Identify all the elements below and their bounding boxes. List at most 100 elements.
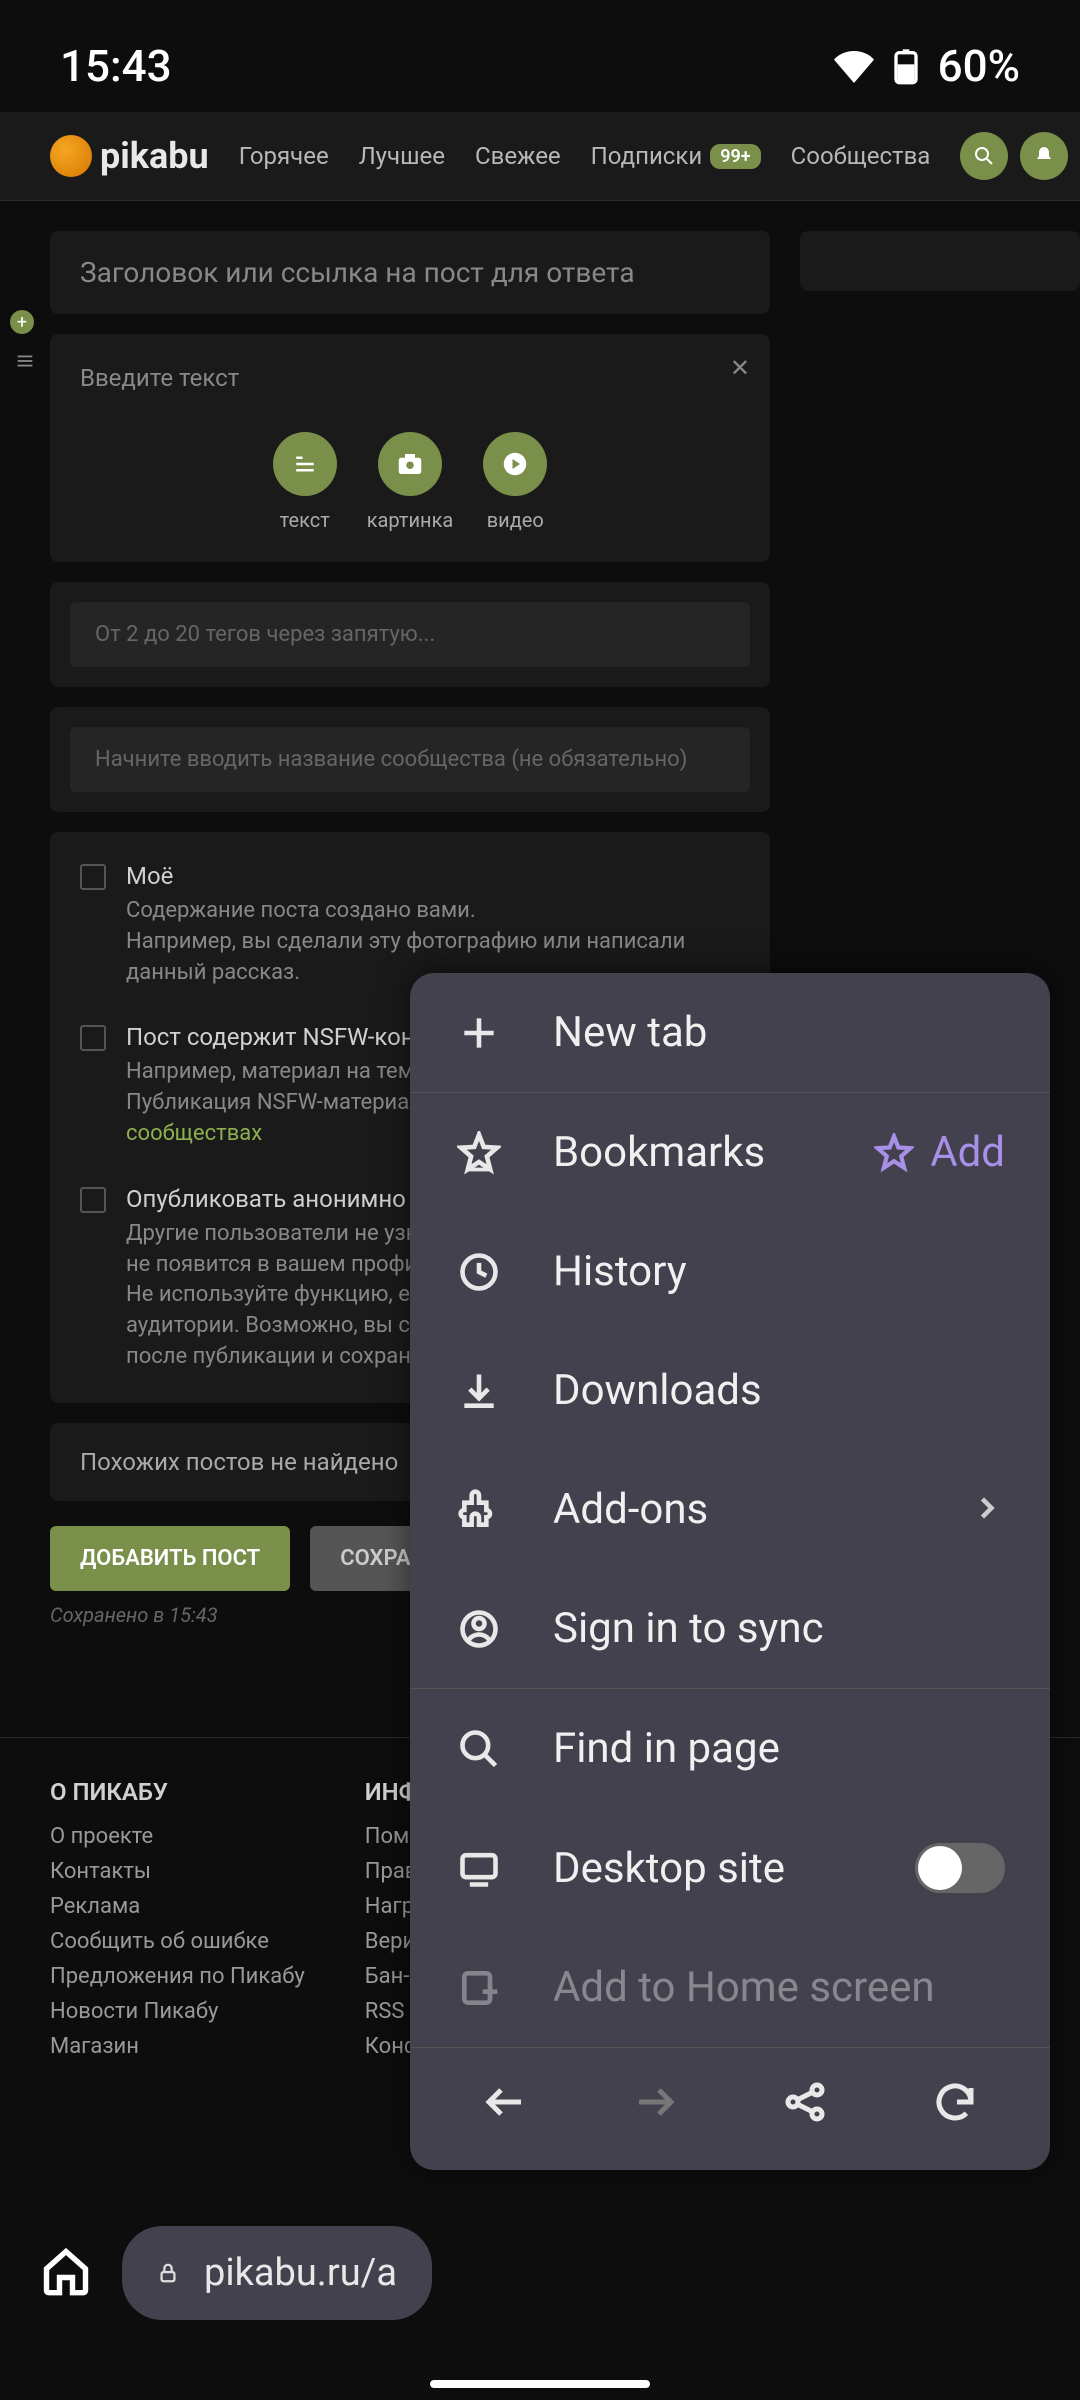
body-input[interactable]: Введите текст [80,364,239,392]
footer-link[interactable]: Магазин [50,2034,305,2059]
status-time: 15:43 [60,40,172,92]
lock-icon [157,2253,179,2293]
menu-add-home[interactable]: Add to Home screen [410,1928,1050,2047]
subs-badge: 99+ [710,144,760,169]
menu-sign-in[interactable]: Sign in to sync [410,1569,1050,1689]
header-actions [960,132,1080,180]
float-menu-icon[interactable] [10,346,40,376]
media-text-button[interactable]: текст [273,432,337,532]
checkbox-icon[interactable] [80,1025,106,1051]
menu-downloads[interactable]: Downloads [410,1331,1050,1450]
nav-share-button[interactable] [781,2078,829,2130]
home-button[interactable] [40,2245,92,2301]
menu-addons[interactable]: Add-ons [410,1450,1050,1569]
close-icon[interactable]: ✕ [730,354,750,382]
nav-best[interactable]: Лучшее [359,142,445,170]
media-text-label: текст [280,508,330,532]
nav-back-button[interactable] [481,2078,529,2130]
tags-input[interactable]: От 2 до 20 тегов через запятую... [70,602,750,667]
bell-icon [1032,144,1056,168]
menu-nav-bar [410,2047,1050,2170]
menu-label: Find in page [553,1724,1005,1773]
media-image-button[interactable]: картинка [367,432,454,532]
chevron-right-icon [969,1490,1005,1530]
add-post-button[interactable]: ДОБАВИТЬ ПОСТ [50,1526,290,1591]
puzzle-icon [457,1488,501,1532]
nav-subs-label: Подписки [591,142,703,170]
media-buttons: текст картинка видео [80,432,740,532]
search-button[interactable] [960,132,1008,180]
checkbox-icon[interactable] [80,864,106,890]
menu-bookmarks[interactable]: Bookmarks Add [410,1093,1050,1212]
bookmark-add-button[interactable]: Add [874,1128,1005,1177]
browser-menu: New tab Bookmarks Add History Downloads … [410,973,1050,2170]
menu-label: Add to Home screen [553,1963,1005,2012]
url-bar[interactable]: pikabu.ru/a [122,2226,432,2320]
menu-find[interactable]: Find in page [410,1689,1050,1808]
site-header: pikabu Горячее Лучшее Свежее Подписки 99… [0,112,1080,201]
sidebar-card [800,231,1080,291]
footer-link[interactable]: Предложения по Пикабу [50,1964,305,1989]
nav-fresh[interactable]: Свежее [475,142,561,170]
arrow-left-icon [481,2078,529,2126]
nav-communities[interactable]: Сообщества [791,142,931,170]
menu-label: New tab [553,1008,1005,1057]
clock-icon [457,1250,501,1294]
footer-title-about: О ПИКАБУ [50,1778,305,1806]
menu-label: Sign in to sync [553,1604,1005,1653]
add-label: Add [930,1128,1005,1177]
float-add-icon[interactable]: + [10,310,34,334]
community-input[interactable]: Начните вводить название сообщества (не … [70,727,750,792]
title-input[interactable]: Заголовок или ссылка на пост для ответа [80,256,635,289]
desktop-toggle[interactable] [915,1843,1005,1893]
account-icon [457,1607,501,1651]
media-image-label: картинка [367,508,454,532]
footer-link[interactable]: Реклама [50,1894,305,1919]
footer-link[interactable]: Сообщить об ошибке [50,1929,305,1954]
browser-bar: pikabu.ru/a [0,2206,1080,2340]
footer-link[interactable]: О проекте [50,1824,305,1849]
search-icon [972,144,996,168]
menu-label: Add-ons [553,1485,919,1534]
desktop-icon [457,1846,501,1890]
url-text: pikabu.ru/a [204,2251,397,2295]
nav-subs[interactable]: Подписки 99+ [591,142,761,170]
reload-icon [931,2078,979,2126]
battery-percent: 60% [938,40,1020,92]
menu-history[interactable]: History [410,1212,1050,1331]
float-icons: + [10,310,40,388]
similar-text: Похожих постов не найдено [80,1448,398,1476]
add-home-icon [457,1966,501,2010]
footer-col-about: О ПИКАБУ О проекте Контакты Реклама Сооб… [50,1778,305,2069]
home-icon [40,2245,92,2297]
nav-reload-button[interactable] [931,2078,979,2130]
menu-label: History [553,1247,1005,1296]
logo[interactable]: pikabu [50,135,209,177]
body-card: ✕ Введите текст текст картинка видео [50,334,770,562]
camera-icon [395,449,425,479]
star-icon [457,1131,501,1175]
check-mine-title: Моё [126,862,740,890]
media-video-button[interactable]: видео [483,432,547,532]
checkbox-icon[interactable] [80,1187,106,1213]
download-icon [457,1369,501,1413]
menu-desktop[interactable]: Desktop site [410,1808,1050,1928]
title-card[interactable]: Заголовок или ссылка на пост для ответа [50,231,770,314]
gesture-bar[interactable] [430,2380,650,2388]
nav-forward-button[interactable] [631,2078,679,2130]
menu-new-tab[interactable]: New tab [410,973,1050,1093]
search-icon [457,1727,501,1771]
logo-icon [50,135,92,177]
footer-link[interactable]: Контакты [50,1859,305,1884]
nav-hot[interactable]: Горячее [239,142,329,170]
footer-link[interactable]: Новости Пикабу [50,1999,305,2024]
nav-links: Горячее Лучшее Свежее Подписки 99+ Сообщ… [239,142,931,170]
community-card: Начните вводить название сообщества (не … [50,707,770,812]
menu-label: Downloads [553,1366,1005,1415]
menu-label: Bookmarks [553,1128,824,1177]
check-mine[interactable]: Моё Содержание поста создано вами. Напри… [80,862,740,988]
menu-label: Desktop site [553,1844,865,1893]
notifications-button[interactable] [1020,132,1068,180]
logo-text: pikabu [100,135,209,177]
media-video-label: видео [487,508,544,532]
